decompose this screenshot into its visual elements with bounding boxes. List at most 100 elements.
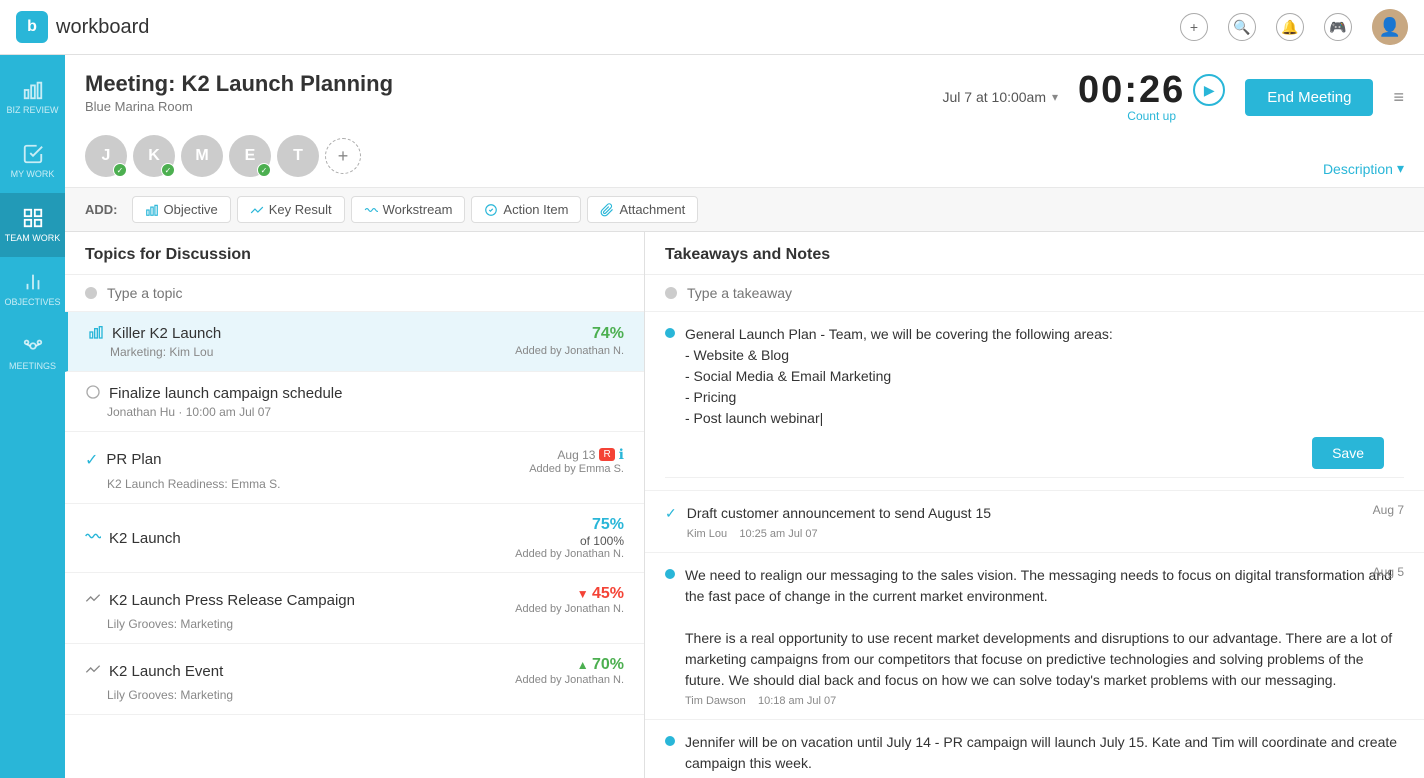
meeting-time[interactable]: Jul 7 at 10:00am ▾ <box>943 89 1059 105</box>
takeaway-item-realign[interactable]: We need to realign our messaging to the … <box>645 553 1424 720</box>
trend-icon <box>250 203 264 217</box>
paperclip-icon <box>600 203 614 217</box>
sidebar-label-my-work: MY WORK <box>11 169 55 179</box>
gift-icon[interactable]: 🎮 <box>1324 13 1352 41</box>
check-badge-2: ✓ <box>161 163 175 177</box>
topic-item-k2-event[interactable]: K2 Launch Event ▲ 70% Added by Jonathan … <box>65 644 644 715</box>
topic-item-pr-plan[interactable]: ✓ PR Plan Aug 13 R ℹ Added by Emma S. <box>65 432 644 504</box>
bell-icon[interactable]: 🔔 <box>1276 13 1304 41</box>
topics-panel-title: Topics for Discussion <box>65 232 644 275</box>
add-objective-label: Objective <box>164 202 218 217</box>
topic-pct-k2-event: 70% <box>592 656 624 673</box>
add-objective-button[interactable]: Objective <box>132 196 231 223</box>
add-workstream-button[interactable]: Workstream <box>351 196 466 223</box>
add-label: ADD: <box>85 202 118 217</box>
save-button[interactable]: Save <box>1312 437 1384 469</box>
add-toolbar: ADD: Objective Key Result Workstream Act… <box>65 188 1424 232</box>
takeaway-input-row <box>645 275 1424 312</box>
topic-check-icon: ✓ <box>85 450 98 470</box>
meeting-room: Blue Marina Room <box>85 99 393 114</box>
takeaway-meta-realign: Tim Dawson 10:18 am Jul 07 <box>685 695 1404 707</box>
logo-icon[interactable]: b <box>16 11 48 43</box>
topic-item-press-release[interactable]: K2 Launch Press Release Campaign ▼ 45% A… <box>65 573 644 644</box>
takeaway-input[interactable] <box>687 285 1404 301</box>
avatar[interactable]: 👤 <box>1372 9 1408 45</box>
topic-item-killer-k2[interactable]: Killer K2 Launch 74% Marketing: Kim Lou … <box>65 312 644 372</box>
topic-sub-killer-k2: Marketing: Kim Lou <box>110 345 213 359</box>
add-workstream-label: Workstream <box>383 202 453 217</box>
sidebar-item-meetings[interactable]: MEETINGS <box>0 321 65 385</box>
add-key-result-button[interactable]: Key Result <box>237 196 345 223</box>
search-icon[interactable]: 🔍 <box>1228 13 1256 41</box>
timer-play-button[interactable]: ▶ <box>1193 74 1225 106</box>
participant-avatar-3[interactable]: M <box>181 135 223 177</box>
timer-block: 00:26 ▶ Count up <box>1078 71 1225 123</box>
add-attachment-button[interactable]: Attachment <box>587 196 698 223</box>
current-note-text: General Launch Plan - Team, we will be c… <box>685 324 1404 429</box>
participant-avatar-1[interactable]: J ✓ <box>85 135 127 177</box>
sidebar-item-biz-review[interactable]: BIZ REVIEW <box>0 65 65 129</box>
topic-input-row <box>65 275 644 312</box>
meeting-title-row: Meeting: K2 Launch Planning Blue Marina … <box>85 71 1404 123</box>
timer-number: 00:26 <box>1078 71 1185 109</box>
meeting-menu-icon[interactable]: ≡ <box>1393 87 1404 108</box>
sidebar-item-team-work[interactable]: TEAM WORK <box>0 193 65 257</box>
meeting-controls: Jul 7 at 10:00am ▾ 00:26 ▶ Count up End … <box>943 71 1405 123</box>
takeaway-text-draft: Draft customer announcement to send Augu… <box>687 503 1404 524</box>
takeaway-date-draft: Aug 7 <box>1373 503 1404 517</box>
takeaway-input-dot <box>665 287 677 299</box>
takeaway-item-draft[interactable]: ✓ Draft customer announcement to send Au… <box>645 491 1424 553</box>
participant-avatar-4[interactable]: E ✓ <box>229 135 271 177</box>
topic-pct-of-k2: of 100% <box>515 534 624 548</box>
check-square-icon <box>22 143 44 165</box>
topic-input[interactable] <box>107 285 624 301</box>
takeaways-panel: Takeaways and Notes General Launch Plan … <box>645 232 1424 778</box>
arrow-up-icon: ▲ <box>577 658 592 672</box>
add-participant-button[interactable]: + <box>325 138 361 174</box>
meeting-header: Meeting: K2 Launch Planning Blue Marina … <box>65 55 1424 188</box>
sidebar-item-objectives[interactable]: OBJECTIVES <box>0 257 65 321</box>
bar-chart-small-icon <box>145 203 159 217</box>
timer-display: 00:26 ▶ <box>1078 71 1225 109</box>
top-nav-icons: + 🔍 🔔 🎮 👤 <box>1180 9 1408 45</box>
sidebar-label-meetings: MEETINGS <box>9 361 56 371</box>
sidebar-item-my-work[interactable]: MY WORK <box>0 129 65 193</box>
description-link[interactable]: Description ▾ <box>1323 160 1404 187</box>
panels: Topics for Discussion Killer K2 Launch <box>65 232 1424 778</box>
add-action-item-label: Action Item <box>503 202 568 217</box>
topic-badge-row-pr: Aug 13 R ℹ <box>529 446 624 463</box>
app-layout: BIZ REVIEW MY WORK TEAM WORK OBJECTIVES … <box>0 55 1424 778</box>
description-label: Description <box>1323 161 1393 177</box>
takeaway-time-realign: 10:18 am Jul 07 <box>758 695 836 707</box>
app-title: workboard <box>56 16 149 39</box>
topic-name-finalize: Finalize launch campaign schedule <box>109 385 342 402</box>
topic-name-press-release: K2 Launch Press Release Campaign <box>109 592 355 609</box>
topic-date-pr: Aug 13 <box>557 448 595 462</box>
topic-name-killer-k2: Killer K2 Launch <box>112 325 221 342</box>
topic-input-dot <box>85 287 97 299</box>
participant-avatar-5[interactable]: T <box>277 135 319 177</box>
note-area: General Launch Plan - Team, we will be c… <box>645 312 1424 491</box>
topic-item-k2-launch[interactable]: K2 Launch 75% of 100% Added by Jonathan … <box>65 504 644 573</box>
topic-sub-finalize: Jonathan Hu · 10:00 am Jul 07 <box>107 405 624 419</box>
end-meeting-button[interactable]: End Meeting <box>1245 79 1373 116</box>
topic-kr-icon-2 <box>85 661 101 682</box>
logo-area: b workboard <box>16 11 1180 43</box>
add-action-item-button[interactable]: Action Item <box>471 196 581 223</box>
plus-icon[interactable]: + <box>1180 13 1208 41</box>
date-dropdown-icon: ▾ <box>1052 90 1058 104</box>
takeaway-item-jennifer[interactable]: Jennifer will be on vacation until July … <box>645 720 1424 778</box>
count-up-label: Count up <box>1127 109 1176 123</box>
arrow-down-icon: ▼ <box>577 587 592 601</box>
check-circle-small-icon <box>484 203 498 217</box>
participant-avatar-2[interactable]: K ✓ <box>133 135 175 177</box>
sidebar-label-team-work: TEAM WORK <box>5 233 61 243</box>
takeaway-text-realign: We need to realign our messaging to the … <box>685 565 1404 691</box>
takeaway-author-realign: Tim Dawson <box>685 695 746 707</box>
note-dot-icon <box>665 328 675 338</box>
topic-kr-icon-1 <box>85 590 101 611</box>
topic-name-pr-plan: PR Plan <box>106 451 161 468</box>
topic-workstream-icon <box>85 528 101 549</box>
topic-item-finalize[interactable]: Finalize launch campaign schedule Jonath… <box>65 372 644 432</box>
check-badge-4: ✓ <box>257 163 271 177</box>
